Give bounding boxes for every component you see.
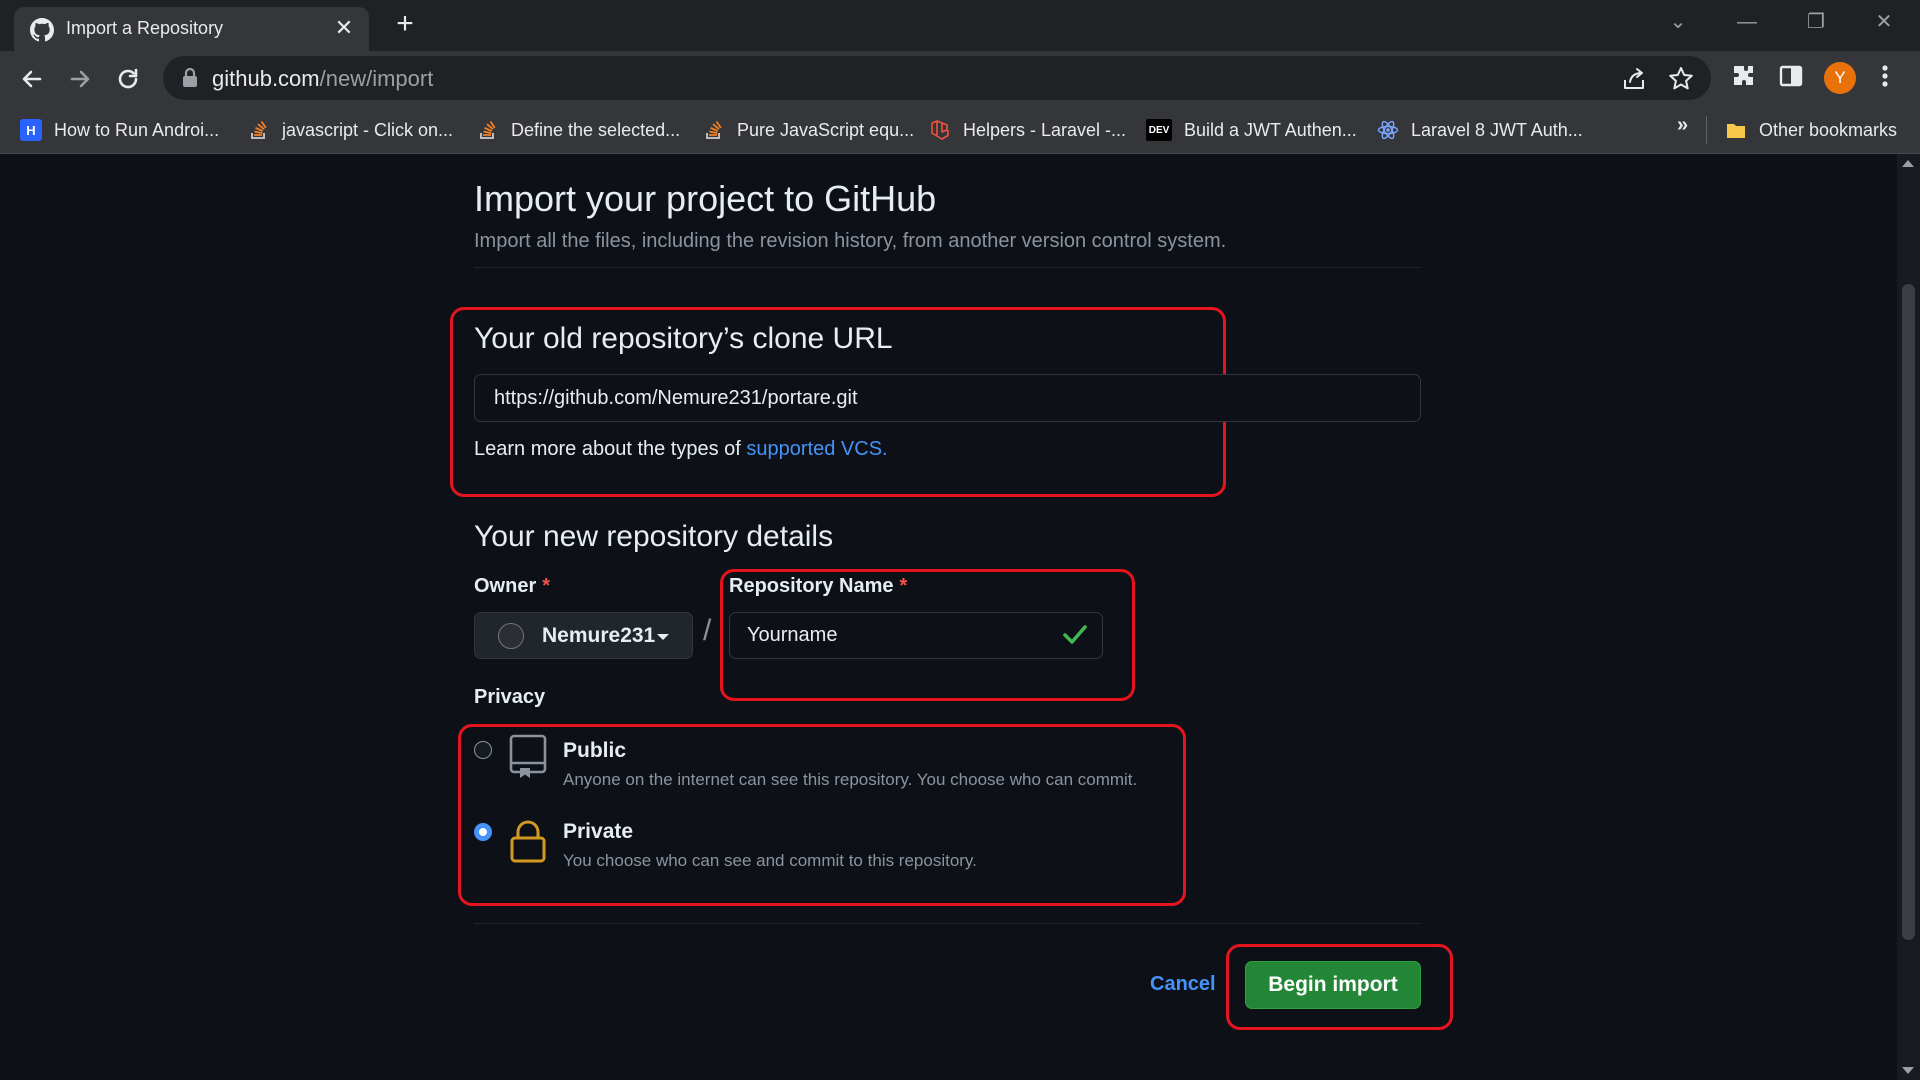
reload-icon[interactable] [110, 61, 146, 97]
page-title: Import your project to GitHub [474, 178, 937, 219]
required-marker: * [542, 575, 551, 597]
dev-icon: DEV [1146, 119, 1172, 141]
bookmark-item[interactable]: javascript - Click on... [248, 116, 453, 144]
owner-avatar [498, 623, 524, 649]
repo-icon [509, 734, 547, 778]
learn-more-text: Learn more about the types of supported … [474, 438, 888, 460]
tab-strip: Import a Repository ✕ + ⌄ — ❐ ✕ [0, 0, 1920, 51]
private-option-desc: You choose who can see and commit to thi… [563, 851, 977, 870]
bookmarks-overflow-button[interactable]: » [1677, 114, 1688, 137]
scrollbar-thumb[interactable] [1902, 284, 1915, 940]
github-icon [30, 18, 54, 42]
owner-name: Nemure231 [542, 624, 656, 647]
supported-vcs-link[interactable]: supported VCS. [746, 438, 887, 460]
repo-name-label: Repository Name * [729, 575, 908, 597]
bookmark-item[interactable]: DEV Build a JWT Authen... [1146, 116, 1357, 144]
lock-icon [510, 820, 546, 863]
divider [474, 267, 1421, 268]
page-scrollbar[interactable] [1897, 154, 1920, 1080]
cancel-button[interactable]: Cancel [1150, 973, 1216, 996]
browser-chrome: Import a Repository ✕ + ⌄ — ❐ ✕ github.c… [0, 0, 1920, 154]
private-radio[interactable] [474, 823, 492, 841]
url-text[interactable]: github.com/new/import [212, 66, 433, 92]
page-content: Import your project to GitHub Import all… [0, 154, 1897, 1080]
owner-repo-separator: / [703, 614, 712, 647]
side-panel-icon[interactable] [1776, 61, 1806, 91]
bookmark-item[interactable]: H How to Run Androi... [20, 116, 219, 144]
profile-avatar[interactable]: Y [1824, 62, 1856, 94]
owner-dropdown[interactable]: Nemure231 [474, 612, 693, 659]
toolbar: github.com/new/import Y [0, 51, 1920, 106]
stackoverflow-icon [251, 120, 267, 139]
laravel-icon [931, 120, 949, 140]
bookmark-star-icon[interactable] [1667, 65, 1695, 93]
public-option-desc: Anyone on the internet can see this repo… [563, 770, 1138, 789]
details-heading: Your new repository details [474, 520, 834, 553]
hashnode-icon: H [20, 119, 42, 141]
share-icon[interactable] [1620, 65, 1648, 93]
scroll-down-arrow-icon[interactable] [1902, 1067, 1914, 1074]
stackoverflow-icon [480, 120, 496, 139]
clone-url-heading: Your old repository’s clone URL [474, 322, 893, 355]
close-tab-icon[interactable]: ✕ [331, 15, 357, 41]
close-window-icon[interactable]: ✕ [1864, 8, 1904, 36]
new-tab-button[interactable]: + [390, 9, 420, 39]
minimize-icon[interactable]: — [1727, 8, 1767, 36]
public-radio[interactable] [474, 741, 492, 759]
begin-import-button[interactable]: Begin import [1245, 961, 1421, 1009]
lock-icon[interactable] [180, 67, 200, 89]
bookmark-item[interactable]: Laravel 8 JWT Auth... [1377, 116, 1583, 144]
private-option-title[interactable]: Private [563, 820, 633, 844]
back-icon[interactable] [14, 61, 50, 97]
repo-name-input[interactable] [729, 612, 1103, 659]
menu-icon[interactable] [1872, 61, 1898, 91]
bookmark-item[interactable]: Helpers - Laravel -... [929, 116, 1126, 144]
extensions-icon[interactable] [1728, 61, 1758, 91]
check-icon [1063, 625, 1087, 644]
tab-import-repository[interactable]: Import a Repository ✕ [14, 7, 369, 51]
bookmark-item[interactable]: Pure JavaScript equ... [703, 116, 914, 144]
page-subtitle: Import all the files, including the revi… [474, 230, 1227, 252]
privacy-label: Privacy [474, 686, 546, 708]
bookmarks-divider [1706, 116, 1707, 144]
public-option-title[interactable]: Public [563, 739, 626, 763]
forward-icon[interactable] [62, 61, 98, 97]
clone-url-input[interactable] [474, 374, 1421, 422]
tab-title: Import a Repository [66, 18, 224, 38]
bookmark-item[interactable]: Define the selected... [477, 116, 680, 144]
divider [474, 923, 1421, 924]
owner-label: Owner * [474, 575, 551, 597]
folder-icon [1727, 124, 1745, 138]
bookmarks-bar: H How to Run Androi... javascript - Clic… [0, 106, 1920, 154]
restore-icon[interactable]: ❐ [1796, 8, 1836, 36]
other-bookmarks[interactable]: Other bookmarks [1725, 116, 1897, 144]
required-marker: * [899, 575, 908, 597]
react-icon [1377, 120, 1399, 140]
address-bar[interactable]: github.com/new/import [163, 56, 1711, 100]
tab-search-icon[interactable]: ⌄ [1658, 8, 1698, 36]
stackoverflow-icon [706, 120, 722, 139]
scroll-up-arrow-icon[interactable] [1902, 160, 1914, 167]
caret-down-icon [657, 634, 669, 640]
